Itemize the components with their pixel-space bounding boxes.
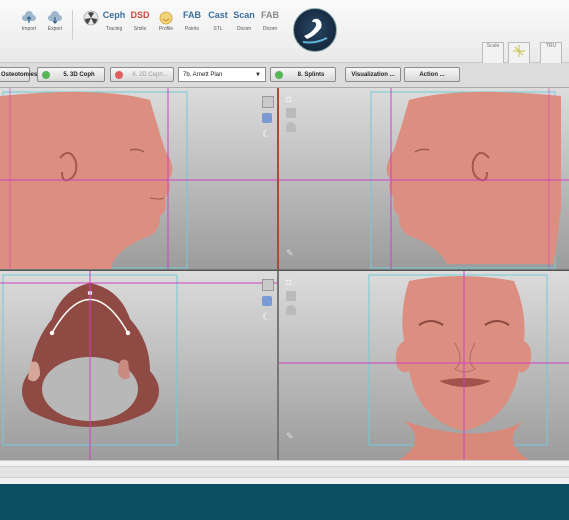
status-area [0,460,569,485]
fab-dicom-button[interactable]: FAB Dicom [257,10,283,32]
action-menu-button[interactable]: Action ... [404,67,460,82]
scale-button[interactable]: Scale [482,42,504,64]
render-mode-icon[interactable] [262,296,272,306]
swan-logo-icon [302,18,328,44]
quad-viewport: ☾ ◘ ✎ ☾ ◘ ✎ [0,88,569,460]
profile-button[interactable]: Profile [153,10,179,32]
image-icon[interactable] [286,108,296,118]
cast-stl-button[interactable]: Cast STL [205,10,231,32]
dsd-smile-button[interactable]: DSD Smile [127,10,153,32]
head-profile-right-render [0,88,277,269]
viewport-left-profile[interactable]: ◘ ✎ [279,88,569,270]
viewport-inferior[interactable]: ☾ [0,271,279,460]
light-icon[interactable]: ☾ [262,313,272,323]
head-inferior-render [0,271,277,460]
step-3d-coph[interactable]: 5. 3D Coph [37,67,105,82]
app-logo [293,8,337,52]
fab-points-button[interactable]: FAB Points [179,10,205,32]
person-icon[interactable] [286,122,296,132]
grid-icon [513,45,525,57]
status-error-icon [115,71,123,79]
radiation-icon [83,10,99,26]
plan-select[interactable]: 7b. Arnett Plan ▼ [178,67,266,82]
status-ok-icon [275,71,283,79]
camera-icon[interactable]: ◘ [286,277,296,287]
workflow-step-bar: Osteotomies 5. 3D Coph 6. 2D Ceph... 7b.… [0,63,569,88]
toolbar-separator [72,10,73,40]
cloud-upload-icon [22,11,36,23]
light-icon[interactable]: ☾ [262,130,272,140]
head-profile-left-render [279,88,569,269]
profile-icon [159,11,173,25]
visualization-menu-button[interactable]: Visualization ... [345,67,401,82]
chevron-down-icon: ▼ [255,72,261,78]
scan-dicom-button[interactable]: Scan Dicom [231,10,257,32]
view-cube-icon[interactable] [262,279,274,291]
step-2d-ceph[interactable]: 6. 2D Ceph... [110,67,174,82]
view-cube-icon[interactable] [262,96,274,108]
main-toolbar: Import Export Ceph Tracing DSD Smile Pro… [0,0,569,64]
cloud-download-icon [48,11,62,24]
step-osteotomies[interactable]: Osteotomies [0,67,37,82]
tru-button[interactable]: TRU [540,42,562,64]
camera-icon[interactable]: ◘ [286,94,296,104]
ceph-tracing-button[interactable]: Ceph Tracing [101,10,127,32]
pencil-icon[interactable]: ✎ [286,431,296,441]
image-icon[interactable] [286,291,296,301]
step-splints[interactable]: 8. Splints [270,67,336,82]
taskbar [0,484,569,520]
status-ok-icon [42,71,50,79]
person-icon[interactable] [286,305,296,315]
horizontal-scrollbar[interactable] [0,466,569,478]
render-mode-icon[interactable] [262,113,272,123]
export-button[interactable]: Export [42,10,68,32]
pencil-icon[interactable]: ✎ [286,248,296,258]
head-frontal-render [279,271,569,460]
import-button[interactable]: Import [16,10,42,32]
grid-toggle-button[interactable] [508,42,530,64]
viewport-right-profile[interactable]: ☾ [0,88,279,270]
viewport-frontal[interactable]: ◘ ✎ [279,271,569,460]
